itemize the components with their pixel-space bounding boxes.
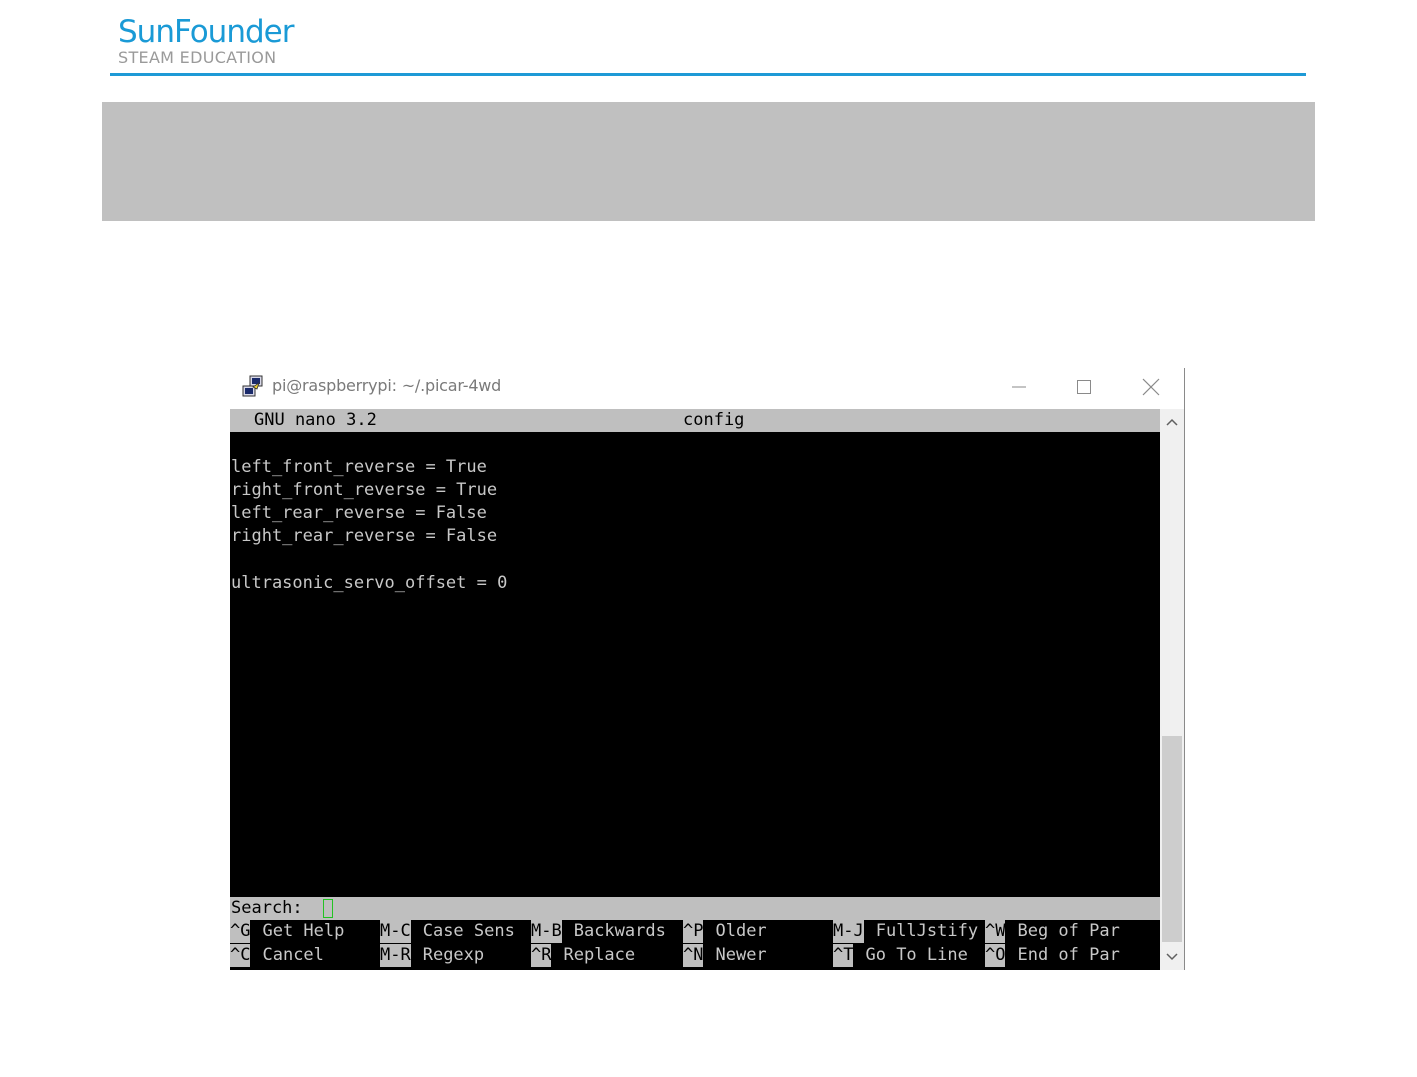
shortcut-older[interactable]: ^P Older [683, 920, 767, 943]
logo-tagline: STEAM EDUCATION [118, 48, 277, 67]
shortcut-label: Go To Line [865, 945, 968, 965]
shortcut-beg-of-par[interactable]: ^W Beg of Par [985, 920, 1120, 943]
file-line: left_rear_reverse = False [231, 503, 487, 523]
shortcut-row: ^C Cancel M-R Regexp ^R Replace ^N Newer ^T G… [230, 944, 1160, 967]
close-icon [1142, 378, 1160, 396]
shortcut-regexp[interactable]: M-R Regexp [380, 944, 484, 967]
shortcut-label: Backwards [573, 921, 666, 941]
file-line: ultrasonic_servo_offset = 0 [231, 573, 508, 593]
shortcut-key: ^P [683, 920, 704, 943]
minimize-icon [1012, 386, 1026, 388]
shortcut-fulljustify[interactable]: M-J FullJstify [833, 920, 978, 943]
maximize-icon [1077, 380, 1091, 394]
shortcut-key: M-C [380, 920, 411, 943]
shortcut-key: M-J [833, 920, 864, 943]
text-cursor [323, 899, 333, 918]
nano-version: GNU nano 3.2 [254, 410, 377, 430]
shortcut-label: Regexp [422, 945, 485, 965]
nano-filename: config [683, 410, 745, 430]
terminal-screen[interactable]: GNU nano 3.2 config left_front_reverse =… [230, 409, 1160, 970]
shortcut-label: FullJstify [875, 921, 979, 941]
shortcut-label: Get Help [262, 921, 345, 941]
putty-window: pi@raspberrypi: ~/.picar-4wd GNU nano 3.… [230, 368, 1186, 970]
file-line: left_front_reverse = True [231, 457, 487, 477]
window-titlebar[interactable]: pi@raspberrypi: ~/.picar-4wd [230, 368, 1184, 408]
shortcut-label: Case Sens [422, 921, 515, 941]
search-prompt-bar[interactable]: Search: [230, 897, 1160, 920]
shortcut-cancel[interactable]: ^C Cancel [230, 944, 324, 967]
shortcut-label: Newer [715, 945, 767, 965]
shortcut-key: M-R [380, 944, 411, 967]
grey-banner [102, 102, 1315, 221]
chevron-down-icon [1166, 953, 1178, 961]
shortcut-key: ^G [230, 920, 251, 943]
chevron-up-icon [1166, 418, 1178, 426]
putty-icon [240, 374, 266, 400]
header-divider [110, 73, 1306, 76]
shortcut-key: ^C [230, 944, 251, 967]
window-title: pi@raspberrypi: ~/.picar-4wd [272, 376, 502, 395]
shortcut-case-sens[interactable]: M-C Case Sens [380, 920, 515, 943]
sunfounder-logo: SunFounder STEAM EDUCATION [118, 14, 294, 67]
shortcut-key: ^R [531, 944, 552, 967]
scrollbar-thumb[interactable] [1162, 736, 1182, 942]
minimize-button[interactable] [996, 368, 1042, 406]
shortcut-label: End of Par [1017, 945, 1120, 965]
shortcut-backwards[interactable]: M-B Backwards [531, 920, 666, 943]
shortcut-key: ^O [985, 944, 1006, 967]
window-edge [1184, 368, 1185, 970]
search-label: Search: [231, 898, 313, 918]
file-line: right_front_reverse = True [231, 480, 498, 500]
close-button[interactable] [1128, 368, 1174, 406]
scroll-down-button[interactable] [1160, 946, 1184, 968]
file-line: right_rear_reverse = False [231, 526, 498, 546]
shortcut-key: M-B [531, 920, 562, 943]
shortcut-key: ^W [985, 920, 1006, 943]
shortcut-replace[interactable]: ^R Replace [531, 944, 635, 967]
shortcut-key: ^N [683, 944, 704, 967]
shortcut-key: ^T [833, 944, 854, 967]
shortcut-label: Beg of Par [1017, 921, 1120, 941]
maximize-button[interactable] [1061, 368, 1107, 406]
shortcut-newer[interactable]: ^N Newer [683, 944, 767, 967]
shortcut-row: ^G Get Help M-C Case Sens M-B Backwards ^P O… [230, 920, 1160, 943]
scroll-up-button[interactable] [1160, 411, 1184, 433]
shortcut-label: Cancel [262, 945, 324, 965]
shortcut-go-to-line[interactable]: ^T Go To Line [833, 944, 968, 967]
vertical-scrollbar[interactable] [1160, 409, 1184, 970]
logo-name: SunFounder [118, 14, 294, 50]
shortcut-label: Older [715, 921, 767, 941]
shortcut-end-of-par[interactable]: ^O End of Par [985, 944, 1120, 967]
shortcut-get-help[interactable]: ^G Get Help [230, 920, 344, 943]
shortcut-label: Replace [563, 945, 636, 965]
nano-header-bar: GNU nano 3.2 config [230, 409, 1160, 432]
